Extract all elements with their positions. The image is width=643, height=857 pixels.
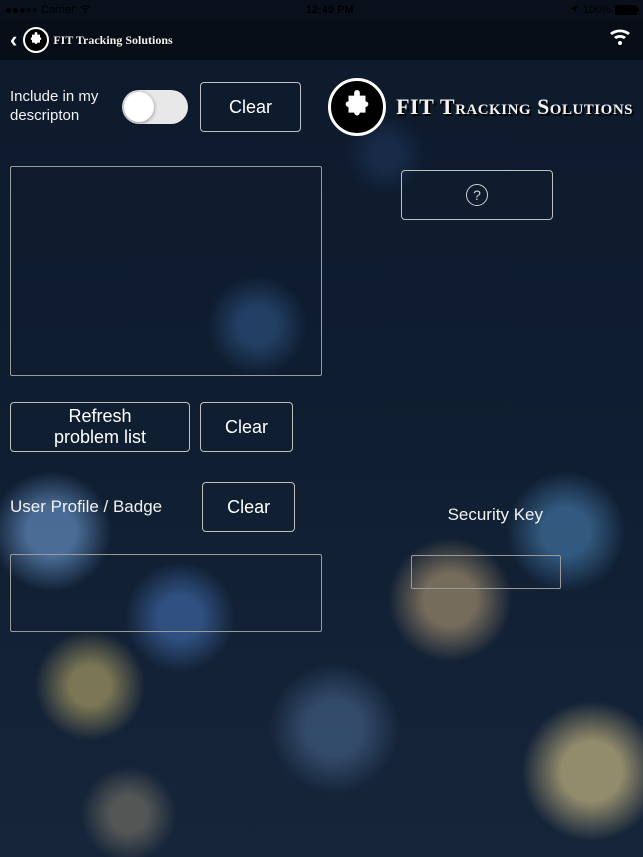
- battery-icon: [615, 5, 637, 15]
- include-description-toggle[interactable]: [122, 90, 188, 124]
- help-symbol: ?: [473, 187, 481, 203]
- wifi-icon: [79, 4, 91, 17]
- brand-block: FIT Tracking Solutions: [328, 78, 633, 136]
- brand-text: FIT Tracking Solutions: [396, 94, 633, 120]
- clear-description-button[interactable]: Clear: [200, 82, 301, 132]
- wifi-large-icon: [607, 27, 633, 53]
- help-icon: ?: [466, 184, 488, 206]
- user-profile-label: User Profile / Badge: [10, 497, 162, 517]
- brand-text-line2: Tracking Solutions: [440, 94, 633, 119]
- header-logo: FIT Tracking Solutions: [23, 27, 172, 53]
- clear-problem-list-button[interactable]: Clear: [200, 402, 293, 452]
- carrier-label: Carrier: [41, 4, 75, 16]
- toggle-knob: [124, 92, 154, 122]
- status-time: 12:49 PM: [306, 4, 354, 16]
- header-brand-text: FIT Tracking Solutions: [53, 33, 172, 48]
- status-right: 100%: [569, 4, 637, 17]
- battery-pct: 100%: [583, 4, 611, 16]
- include-description-label: Include in my descripton: [10, 88, 110, 126]
- signal-dots-icon: [6, 8, 37, 13]
- help-button[interactable]: ?: [401, 170, 553, 220]
- brand-puzzle-icon: [328, 78, 386, 136]
- puzzle-icon: [23, 27, 49, 53]
- refresh-problem-list-button[interactable]: Refresh problem list: [10, 402, 190, 452]
- back-icon[interactable]: ‹: [10, 29, 17, 51]
- security-key-label: Security Key: [448, 505, 543, 525]
- description-textarea[interactable]: [10, 166, 322, 376]
- status-left: Carrier: [6, 4, 91, 17]
- content-area: Include in my descripton Clear FIT Track…: [0, 60, 643, 857]
- ios-status-bar: Carrier 12:49 PM 100%: [0, 0, 643, 20]
- security-key-input[interactable]: [411, 555, 561, 589]
- profile-badge-field[interactable]: [10, 554, 322, 632]
- clear-profile-button[interactable]: Clear: [202, 482, 295, 532]
- app-header: ‹ FIT Tracking Solutions: [0, 20, 643, 60]
- location-icon: [569, 4, 579, 17]
- brand-text-line1: FIT: [396, 94, 434, 119]
